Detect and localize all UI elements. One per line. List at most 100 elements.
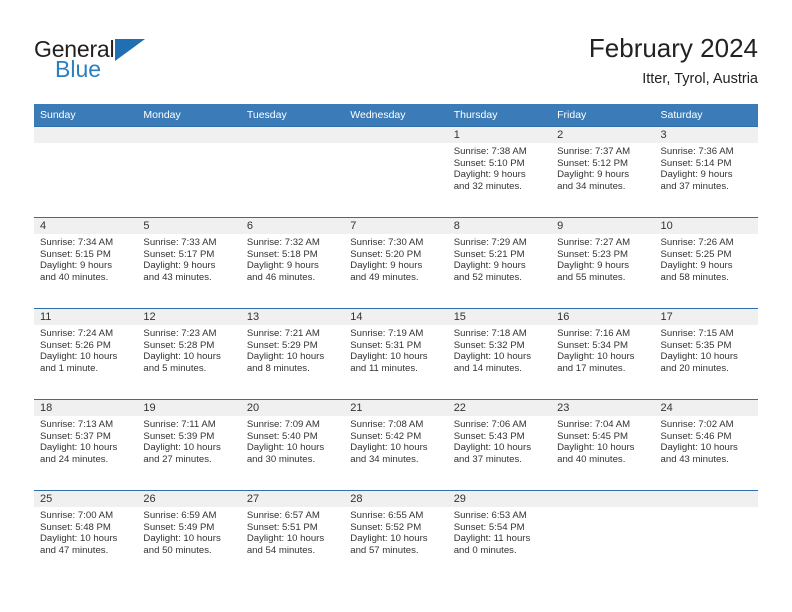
day-details: Sunrise: 7:19 AM Sunset: 5:31 PM Daylight:… bbox=[344, 325, 447, 374]
sunrise-text: Sunrise: 6:53 AM bbox=[453, 510, 527, 521]
daylight-text-line1: Daylight: 9 hours bbox=[557, 260, 630, 272]
calendar-day-cell[interactable]: 13 Sunrise: 7:21 AM Sunset: 5:29 PM Dayligh… bbox=[240, 308, 345, 400]
title-block: February 2024 Itter, Tyrol, Austria bbox=[589, 32, 758, 90]
calendar-day-cell[interactable]: 27 Sunrise: 6:57 AM Sunset: 5:51 PM Dayligh… bbox=[240, 490, 345, 581]
sunrise-text: Sunrise: 7:36 AM bbox=[660, 146, 734, 157]
day-details: Sunrise: 7:21 AM Sunset: 5:29 PM Daylight:… bbox=[241, 325, 344, 374]
daylight-text-line2: and 14 minutes. bbox=[453, 362, 522, 374]
daylight-text-line2: and 34 minutes. bbox=[557, 180, 626, 192]
day-number: 2 bbox=[551, 127, 655, 143]
day-number: 4 bbox=[34, 218, 138, 234]
sunset-text: Sunset: 5:54 PM bbox=[453, 521, 525, 533]
daylight-text-line1: Daylight: 9 hours bbox=[143, 260, 216, 272]
daylight-text-line2: and 37 minutes. bbox=[453, 453, 522, 465]
weekday-header-wednesday: Wednesday bbox=[344, 104, 448, 127]
calendar-day-cell[interactable]: 24 Sunrise: 7:02 AM Sunset: 5:46 PM Dayligh… bbox=[654, 399, 758, 491]
calendar-day-cell[interactable]: 4 Sunrise: 7:34 AM Sunset: 5:15 PM Daylight… bbox=[34, 217, 138, 309]
calendar-day-cell[interactable]: 22 Sunrise: 7:06 AM Sunset: 5:43 PM Dayligh… bbox=[447, 399, 552, 491]
daylight-text-line1: Daylight: 10 hours bbox=[246, 351, 325, 363]
calendar-day-cell[interactable]: 20 Sunrise: 7:09 AM Sunset: 5:40 PM Dayligh… bbox=[240, 399, 345, 491]
day-number bbox=[240, 127, 345, 143]
sunset-text: Sunset: 5:26 PM bbox=[40, 339, 111, 351]
calendar-day-cell[interactable]: 11 Sunrise: 7:24 AM Sunset: 5:26 PM Dayligh… bbox=[34, 308, 138, 400]
day-details: Sunrise: 7:08 AM Sunset: 5:42 PM Daylight:… bbox=[344, 416, 447, 465]
sunrise-text: Sunrise: 7:30 AM bbox=[350, 237, 424, 248]
calendar-week-row: 18 Sunrise: 7:13 AM Sunset: 5:37 PM Dayligh… bbox=[34, 399, 758, 491]
day-details: Sunrise: 6:59 AM Sunset: 5:49 PM Daylight:… bbox=[137, 507, 240, 556]
calendar-day-cell[interactable]: 3 Sunrise: 7:36 AM Sunset: 5:14 PM Daylight… bbox=[654, 126, 758, 218]
sunrise-text: Sunrise: 7:33 AM bbox=[143, 237, 217, 248]
day-number: 21 bbox=[344, 400, 448, 416]
sunrise-text: Sunrise: 7:09 AM bbox=[246, 419, 320, 430]
daylight-text-line2: and 58 minutes. bbox=[660, 271, 729, 283]
sunset-text: Sunset: 5:43 PM bbox=[453, 430, 525, 442]
day-number: 12 bbox=[137, 309, 241, 325]
daylight-text-line2: and 57 minutes. bbox=[350, 544, 419, 556]
calendar-day-cell[interactable]: 6 Sunrise: 7:32 AM Sunset: 5:18 PM Daylight… bbox=[240, 217, 345, 309]
sunrise-text: Sunrise: 6:57 AM bbox=[246, 510, 320, 521]
day-number: 19 bbox=[137, 400, 241, 416]
day-number: 9 bbox=[551, 218, 655, 234]
daylight-text-line1: Daylight: 10 hours bbox=[40, 351, 118, 363]
day-details: Sunrise: 7:00 AM Sunset: 5:48 PM Daylight:… bbox=[34, 507, 137, 556]
day-number: 16 bbox=[551, 309, 655, 325]
day-details: Sunrise: 7:02 AM Sunset: 5:46 PM Daylight:… bbox=[655, 416, 758, 465]
daylight-text-line1: Daylight: 10 hours bbox=[246, 533, 325, 545]
day-details: Sunrise: 7:38 AM Sunset: 5:10 PM Daylight:… bbox=[448, 143, 551, 192]
calendar-day-cell[interactable]: 1 Sunrise: 7:38 AM Sunset: 5:10 PM Daylight… bbox=[447, 126, 552, 218]
sunrise-text: Sunrise: 7:02 AM bbox=[660, 419, 734, 430]
calendar-day-cell[interactable]: 19 Sunrise: 7:11 AM Sunset: 5:39 PM Dayligh… bbox=[137, 399, 241, 491]
general-blue-logo[interactable]: General Blue bbox=[34, 36, 234, 88]
daylight-text-line2: and 54 minutes. bbox=[246, 544, 316, 556]
calendar-day-cell[interactable]: 26 Sunrise: 6:59 AM Sunset: 5:49 PM Dayligh… bbox=[137, 490, 241, 581]
calendar-day-cell[interactable]: 14 Sunrise: 7:19 AM Sunset: 5:31 PM Dayligh… bbox=[344, 308, 448, 400]
daylight-text-line1: Daylight: 9 hours bbox=[453, 260, 526, 272]
calendar-day-cell[interactable]: 23 Sunrise: 7:04 AM Sunset: 5:45 PM Dayligh… bbox=[551, 399, 655, 491]
daylight-text-line2: and 46 minutes. bbox=[246, 271, 316, 283]
day-number: 13 bbox=[240, 309, 345, 325]
calendar-day-cell[interactable]: 8 Sunrise: 7:29 AM Sunset: 5:21 PM Daylight… bbox=[447, 217, 552, 309]
daylight-text-line2: and 1 minute. bbox=[40, 362, 99, 374]
calendar-day-cell[interactable]: 16 Sunrise: 7:16 AM Sunset: 5:34 PM Dayligh… bbox=[551, 308, 655, 400]
sunrise-text: Sunrise: 7:16 AM bbox=[557, 328, 631, 339]
calendar-day-cell[interactable]: 15 Sunrise: 7:18 AM Sunset: 5:32 PM Dayligh… bbox=[447, 308, 552, 400]
day-number: 6 bbox=[240, 218, 345, 234]
calendar-day-cell[interactable]: 12 Sunrise: 7:23 AM Sunset: 5:28 PM Dayligh… bbox=[137, 308, 241, 400]
calendar-day-cell[interactable]: 7 Sunrise: 7:30 AM Sunset: 5:20 PM Daylight… bbox=[344, 217, 448, 309]
day-details: Sunrise: 7:18 AM Sunset: 5:32 PM Daylight:… bbox=[448, 325, 551, 374]
calendar-day-cell[interactable]: 2 Sunrise: 7:37 AM Sunset: 5:12 PM Daylight… bbox=[551, 126, 655, 218]
daylight-text-line2: and 52 minutes. bbox=[453, 271, 522, 283]
day-number: 27 bbox=[240, 491, 345, 507]
sunrise-text: Sunrise: 7:19 AM bbox=[350, 328, 424, 339]
daylight-text-line2: and 40 minutes. bbox=[557, 453, 626, 465]
day-number: 7 bbox=[344, 218, 448, 234]
calendar-day-cell[interactable]: 10 Sunrise: 7:26 AM Sunset: 5:25 PM Dayligh… bbox=[654, 217, 758, 309]
sunset-text: Sunset: 5:10 PM bbox=[453, 157, 525, 169]
calendar-day-cell[interactable]: 9 Sunrise: 7:27 AM Sunset: 5:23 PM Daylight… bbox=[551, 217, 655, 309]
daylight-text-line1: Daylight: 10 hours bbox=[557, 442, 635, 454]
daylight-text-line2: and 0 minutes. bbox=[453, 544, 517, 556]
daylight-text-line2: and 43 minutes. bbox=[660, 453, 729, 465]
daylight-text-line2: and 27 minutes. bbox=[143, 453, 212, 465]
sunrise-text: Sunrise: 7:38 AM bbox=[453, 146, 527, 157]
weekday-header-monday: Monday bbox=[137, 104, 241, 127]
calendar-day-cell[interactable]: 21 Sunrise: 7:08 AM Sunset: 5:42 PM Dayligh… bbox=[344, 399, 448, 491]
calendar-day-cell[interactable]: 25 Sunrise: 7:00 AM Sunset: 5:48 PM Dayligh… bbox=[34, 490, 138, 581]
sunset-text: Sunset: 5:20 PM bbox=[350, 248, 422, 260]
day-number bbox=[34, 127, 138, 143]
calendar-day-cell[interactable]: 28 Sunrise: 6:55 AM Sunset: 5:52 PM Dayligh… bbox=[344, 490, 448, 581]
calendar-day-cell[interactable]: 18 Sunrise: 7:13 AM Sunset: 5:37 PM Dayligh… bbox=[34, 399, 138, 491]
daylight-text-line1: Daylight: 10 hours bbox=[143, 442, 221, 454]
calendar-page: General Blue February 2024 Itter, Tyrol,… bbox=[0, 0, 792, 612]
day-details: Sunrise: 7:33 AM Sunset: 5:17 PM Daylight:… bbox=[137, 234, 240, 283]
sunset-text: Sunset: 5:45 PM bbox=[557, 430, 629, 442]
daylight-text-line1: Daylight: 10 hours bbox=[660, 351, 738, 363]
daylight-text-line1: Daylight: 10 hours bbox=[660, 442, 738, 454]
daylight-text-line2: and 43 minutes. bbox=[143, 271, 212, 283]
sunset-text: Sunset: 5:46 PM bbox=[660, 430, 732, 442]
calendar-day-cell[interactable]: 29 Sunrise: 6:53 AM Sunset: 5:54 PM Dayligh… bbox=[447, 490, 552, 581]
day-details: Sunrise: 7:23 AM Sunset: 5:28 PM Daylight:… bbox=[137, 325, 240, 374]
calendar-day-cell[interactable]: 17 Sunrise: 7:15 AM Sunset: 5:35 PM Dayligh… bbox=[654, 308, 758, 400]
daylight-text-line2: and 32 minutes. bbox=[453, 180, 522, 192]
calendar-day-cell[interactable]: 5 Sunrise: 7:33 AM Sunset: 5:17 PM Daylight… bbox=[137, 217, 241, 309]
